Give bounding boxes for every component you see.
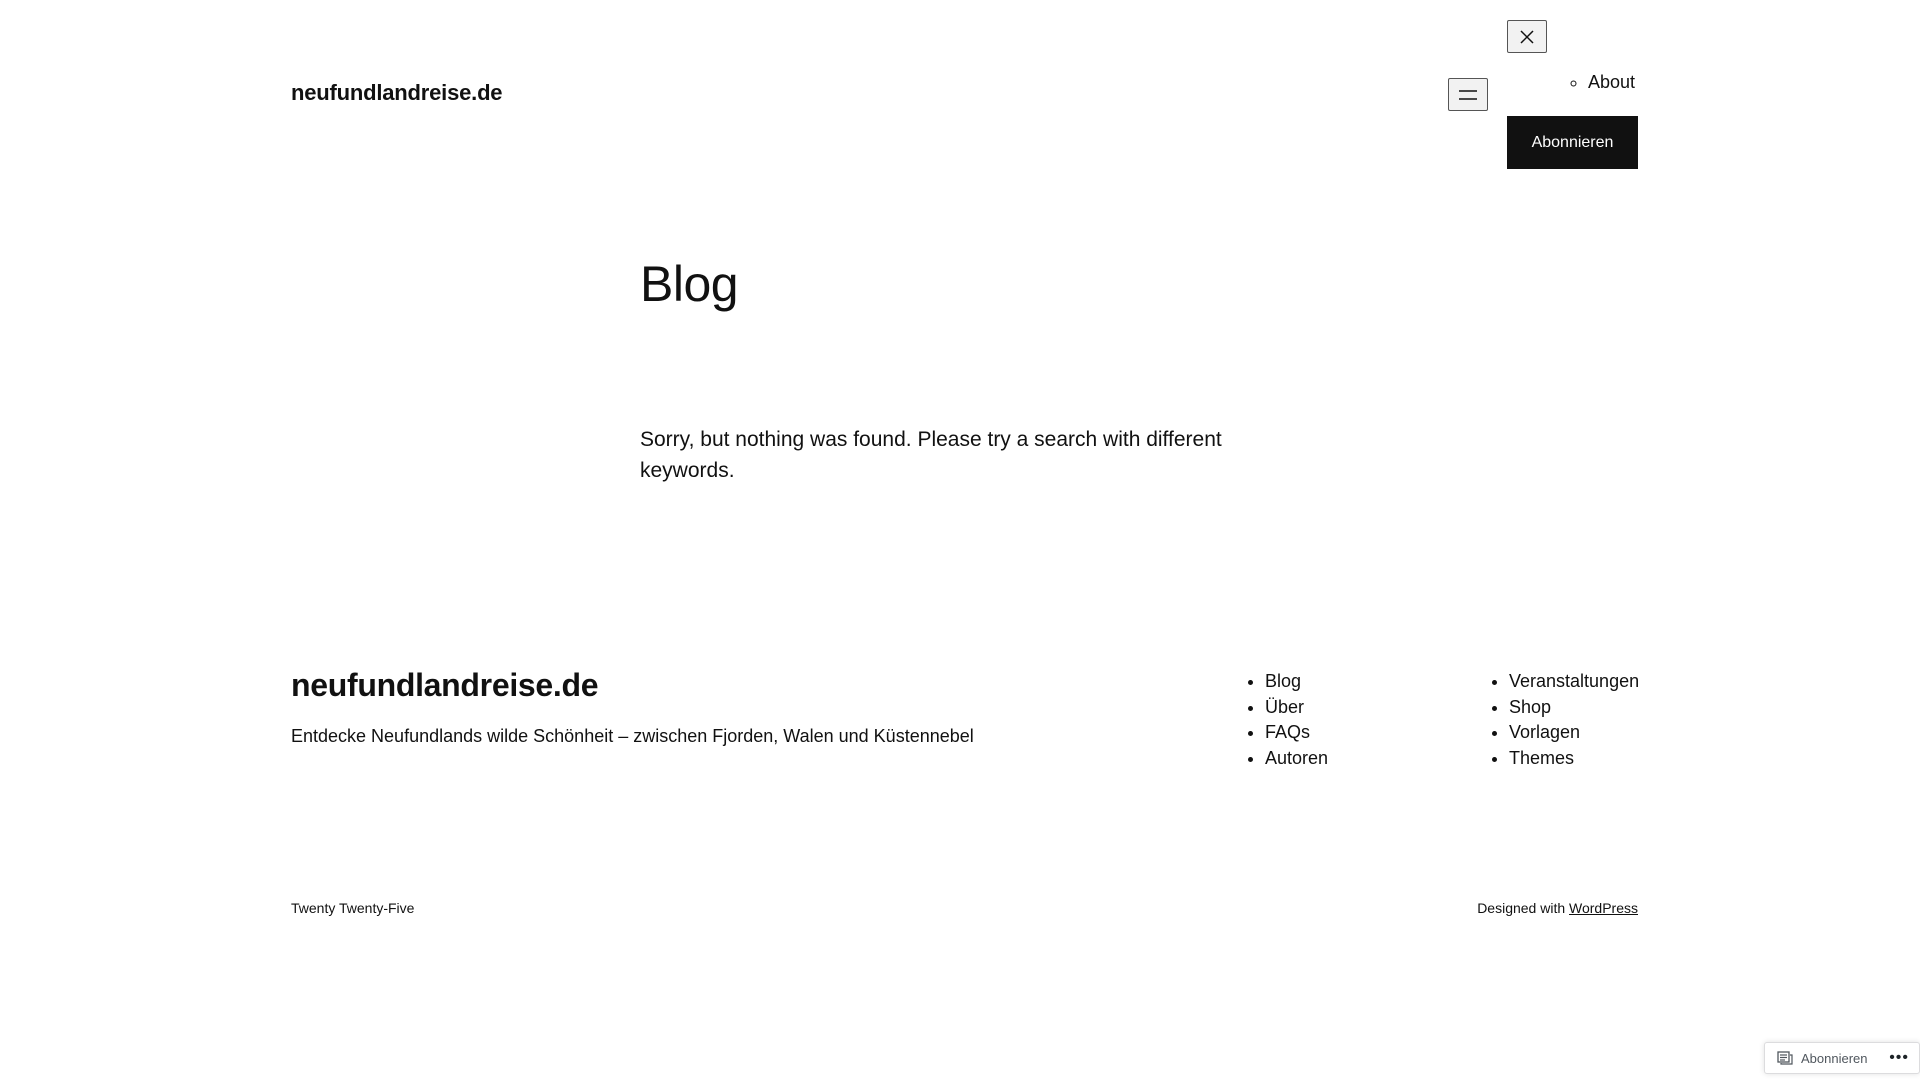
footer-nav-item-shop[interactable]: Shop [1509,695,1639,721]
nav-item-about[interactable]: About [1588,72,1635,93]
footer-nav-item-faqs[interactable]: FAQs [1265,720,1328,746]
footer-nav-link[interactable]: Vorlagen [1509,722,1580,742]
floating-subscribe-button[interactable]: Abonnieren [1765,1051,1868,1066]
footer-nav-item-autoren[interactable]: Autoren [1265,746,1328,772]
footer-nav-link[interactable]: Veranstaltungen [1509,671,1639,691]
credits: Designed with WordPress [1477,900,1638,916]
footer-site-title[interactable]: neufundlandreise.de [291,667,599,704]
floating-action-bar: Abonnieren ••• [1764,1042,1920,1074]
page: neufundlandreise.de About Abonnieren Blo… [0,0,1920,1080]
footer-nav-item-themes[interactable]: Themes [1509,746,1639,772]
reader-icon [1777,1051,1793,1065]
footer-nav-item-veranstaltungen[interactable]: Veranstaltungen [1509,669,1639,695]
footer-nav-link[interactable]: FAQs [1265,722,1310,742]
header-nav: About [1540,72,1635,93]
footer-nav-link[interactable]: Autoren [1265,748,1328,768]
close-icon [1520,29,1534,44]
nav-item-label[interactable]: About [1588,72,1635,92]
footer-nav-link[interactable]: Themes [1509,748,1574,768]
site-title[interactable]: neufundlandreise.de [291,80,503,106]
footer-nav-link[interactable]: Blog [1265,671,1301,691]
footer-nav-primary: Blog Über FAQs Autoren [1245,669,1328,771]
footer-nav-secondary: Veranstaltungen Shop Vorlagen Themes [1489,669,1639,771]
subscribe-button[interactable]: Abonnieren [1507,116,1638,169]
footer-nav-item-blog[interactable]: Blog [1265,669,1328,695]
ellipsis-icon[interactable]: ••• [1889,1049,1909,1067]
footer-tagline: Entdecke Neufundlands wilde Schönheit – … [291,726,974,746]
wordpress-link[interactable]: WordPress [1569,900,1638,916]
theme-name: Twenty Twenty-Five [291,900,415,916]
menu-close-button[interactable] [1507,20,1547,53]
floating-subscribe-label: Abonnieren [1801,1050,1868,1066]
menu-open-button[interactable] [1448,78,1488,111]
footer-nav-item-vorlagen[interactable]: Vorlagen [1509,720,1639,746]
hamburger-icon [1459,89,1477,100]
footer-nav-link[interactable]: Shop [1509,697,1551,717]
credits-prefix: Designed with [1477,900,1566,916]
page-title: Blog [640,256,739,312]
footer-nav-item-ueber[interactable]: Über [1265,695,1328,721]
footer-nav-link[interactable]: Über [1265,697,1304,717]
no-results-message: Sorry, but nothing was found. Please try… [640,428,1222,482]
